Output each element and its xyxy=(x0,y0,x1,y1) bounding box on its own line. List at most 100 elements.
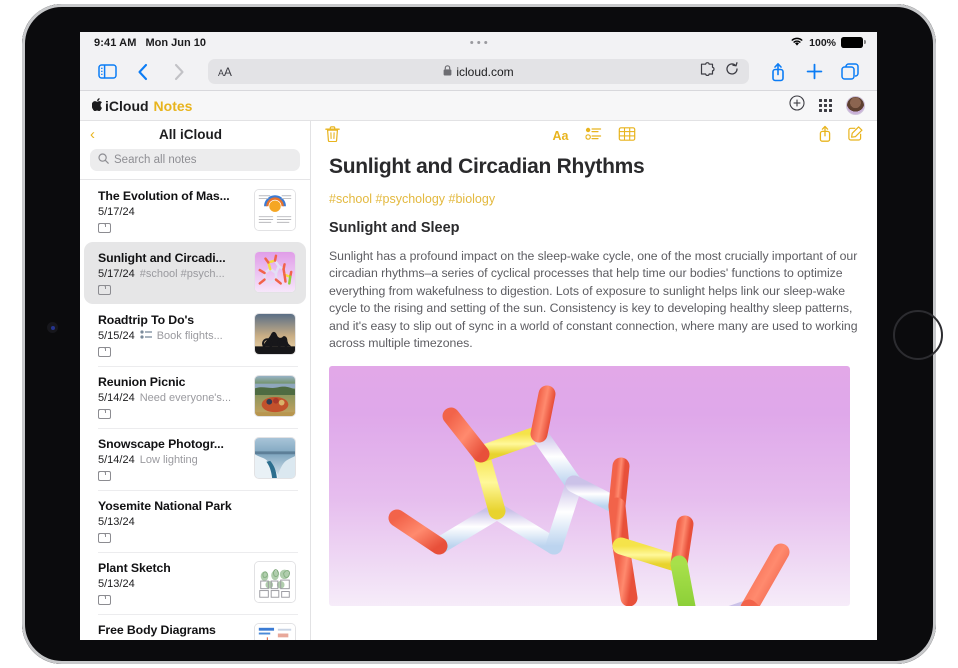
tabs-icon[interactable] xyxy=(837,59,863,85)
dot xyxy=(484,41,488,45)
front-camera-icon xyxy=(47,322,58,333)
sidebar-header: ‹ All iCloud xyxy=(80,121,310,147)
notes-sidebar: ‹ All iCloud Search all notes The Evolut… xyxy=(80,121,311,640)
folder-icon xyxy=(98,409,111,419)
note-item-date: 5/13/24 xyxy=(98,516,135,528)
icloud-app-name[interactable]: Notes xyxy=(154,98,193,114)
grid-dot xyxy=(829,99,832,102)
note-item-title: Roadtrip To Do's xyxy=(98,313,246,327)
folder-icon xyxy=(98,285,111,295)
note-tags[interactable]: #school #psychology #biology xyxy=(329,192,859,206)
ipad-screen: 9:41 AM Mon Jun 10 100% xyxy=(80,32,877,640)
trash-icon[interactable] xyxy=(325,126,340,147)
note-item-text: Plant Sketch 5/13/24 xyxy=(98,561,246,605)
note-item-meta: 5/13/24 xyxy=(98,516,296,528)
note-item-thumbnail xyxy=(254,313,296,355)
note-item-meta: 5/17/24 #school #psych... xyxy=(98,268,246,280)
new-tab-button[interactable] xyxy=(801,59,827,85)
checklist-icon[interactable] xyxy=(585,127,601,145)
text-format-icon[interactable]: Aa xyxy=(553,129,569,143)
sidebar-toggle-icon[interactable] xyxy=(94,59,120,85)
note-item-date: 5/13/24 xyxy=(98,578,135,590)
note-item-title: Plant Sketch xyxy=(98,561,246,575)
note-item-date: 5/15/24 xyxy=(98,330,135,342)
note-list-item[interactable]: Yosemite National Park 5/13/24 xyxy=(84,490,306,552)
chevron-right-icon[interactable] xyxy=(166,59,192,85)
puzzle-piece-icon[interactable] xyxy=(700,62,715,81)
icloud-brand-label: iCloud xyxy=(105,98,149,114)
folder-icon xyxy=(98,223,111,233)
search-placeholder: Search all notes xyxy=(114,154,196,166)
notes-app-body: ‹ All iCloud Search all notes The Evolut… xyxy=(80,121,877,640)
home-button[interactable] xyxy=(893,310,943,360)
note-item-text: The Evolution of Mas...5/17/24 xyxy=(98,189,246,233)
folder-icon xyxy=(98,533,111,543)
note-title: Sunlight and Circadian Rhythms xyxy=(329,155,859,179)
status-date: Mon Jun 10 xyxy=(145,37,206,49)
note-item-snippet: #school #psych... xyxy=(140,268,225,280)
plus-circle-icon[interactable] xyxy=(789,95,805,116)
note-item-date: 5/14/24 xyxy=(98,454,135,466)
avatar[interactable] xyxy=(846,96,865,115)
note-list-item[interactable]: Roadtrip To Do's 5/15/24Book flights... xyxy=(84,304,306,366)
note-list-item[interactable]: Reunion Picnic5/14/24Need everyone's... xyxy=(84,366,306,428)
icloud-brand[interactable]: iCloud xyxy=(92,98,149,114)
multitask-dots-icon[interactable] xyxy=(470,41,488,45)
note-list-item[interactable]: Snowscape Photogr...5/14/24Low lighting xyxy=(84,428,306,490)
safari-toolbar: AAAA icloud.com xyxy=(80,53,877,91)
note-item-title: The Evolution of Mas... xyxy=(98,189,246,203)
note-item-meta: 5/14/24 Need everyone's... xyxy=(98,392,246,404)
molecule-illustration[interactable] xyxy=(329,366,850,606)
notes-list[interactable]: The Evolution of Mas...5/17/24Sunlight a… xyxy=(80,179,310,640)
address-bar-center: icloud.com xyxy=(208,65,749,79)
note-list-item[interactable]: The Evolution of Mas...5/17/24 xyxy=(84,180,306,242)
grid-dot xyxy=(824,104,827,107)
note-item-thumbnail xyxy=(254,189,296,231)
note-paragraph: Sunlight has a profound impact on the sl… xyxy=(329,248,859,352)
note-item-title: Yosemite National Park xyxy=(98,499,296,513)
note-list-item[interactable]: Plant Sketch 5/13/24 xyxy=(84,552,306,614)
note-item-text: Snowscape Photogr...5/14/24Low lighting xyxy=(98,437,246,481)
note-item-thumbnail xyxy=(254,623,296,640)
grid-dot xyxy=(829,109,832,112)
note-item-snippet: Need everyone's... xyxy=(140,392,231,404)
share-icon[interactable] xyxy=(818,125,832,147)
note-item-date: 5/14/24 xyxy=(98,392,135,404)
chevron-left-icon[interactable] xyxy=(130,59,156,85)
share-icon[interactable] xyxy=(765,59,791,85)
grid-icon[interactable] xyxy=(819,99,832,112)
note-item-title: Sunlight and Circadi... xyxy=(98,251,246,265)
note-item-title: Free Body Diagrams xyxy=(98,623,246,637)
address-bar[interactable]: AAAA icloud.com xyxy=(208,59,749,84)
status-bar-right: 100% xyxy=(790,36,863,50)
wifi-icon xyxy=(790,36,804,50)
note-item-thumbnail xyxy=(254,375,296,417)
note-subheading: Sunlight and Sleep xyxy=(329,220,859,236)
note-toolbar: Aa xyxy=(311,121,877,151)
sidebar-title: All iCloud xyxy=(95,127,286,142)
icloud-header: iCloud Notes xyxy=(80,91,877,121)
grid-dot xyxy=(819,109,822,112)
reload-icon[interactable] xyxy=(725,62,739,81)
note-list-item[interactable]: Sunlight and Circadi... 5/17/24 #school #p… xyxy=(84,242,306,304)
note-item-date: 5/17/24 xyxy=(98,268,135,280)
search-input[interactable]: Search all notes xyxy=(90,149,300,171)
folder-icon xyxy=(98,471,111,481)
note-item-title: Snowscape Photogr... xyxy=(98,437,246,451)
checklist-icon xyxy=(140,330,152,342)
grid-dot xyxy=(819,104,822,107)
status-bar-left: 9:41 AM Mon Jun 10 xyxy=(94,37,206,49)
apple-logo-icon xyxy=(92,98,103,114)
note-item-thumbnail xyxy=(254,437,296,479)
url-text: icloud.com xyxy=(456,65,513,79)
note-item-meta: 5/15/24Book flights... xyxy=(98,330,246,342)
note-list-item[interactable]: Free Body Diagrams5/13/24 xyxy=(84,614,306,640)
note-item-thumbnail xyxy=(254,251,296,293)
table-icon[interactable] xyxy=(618,127,635,146)
note-format-tools: Aa xyxy=(553,127,636,146)
search-wrapper: Search all notes xyxy=(80,147,310,179)
compose-icon[interactable] xyxy=(848,126,863,146)
dot xyxy=(477,41,481,45)
search-icon xyxy=(98,151,109,169)
note-content[interactable]: Sunlight and Circadian Rhythms #school #… xyxy=(311,151,877,606)
